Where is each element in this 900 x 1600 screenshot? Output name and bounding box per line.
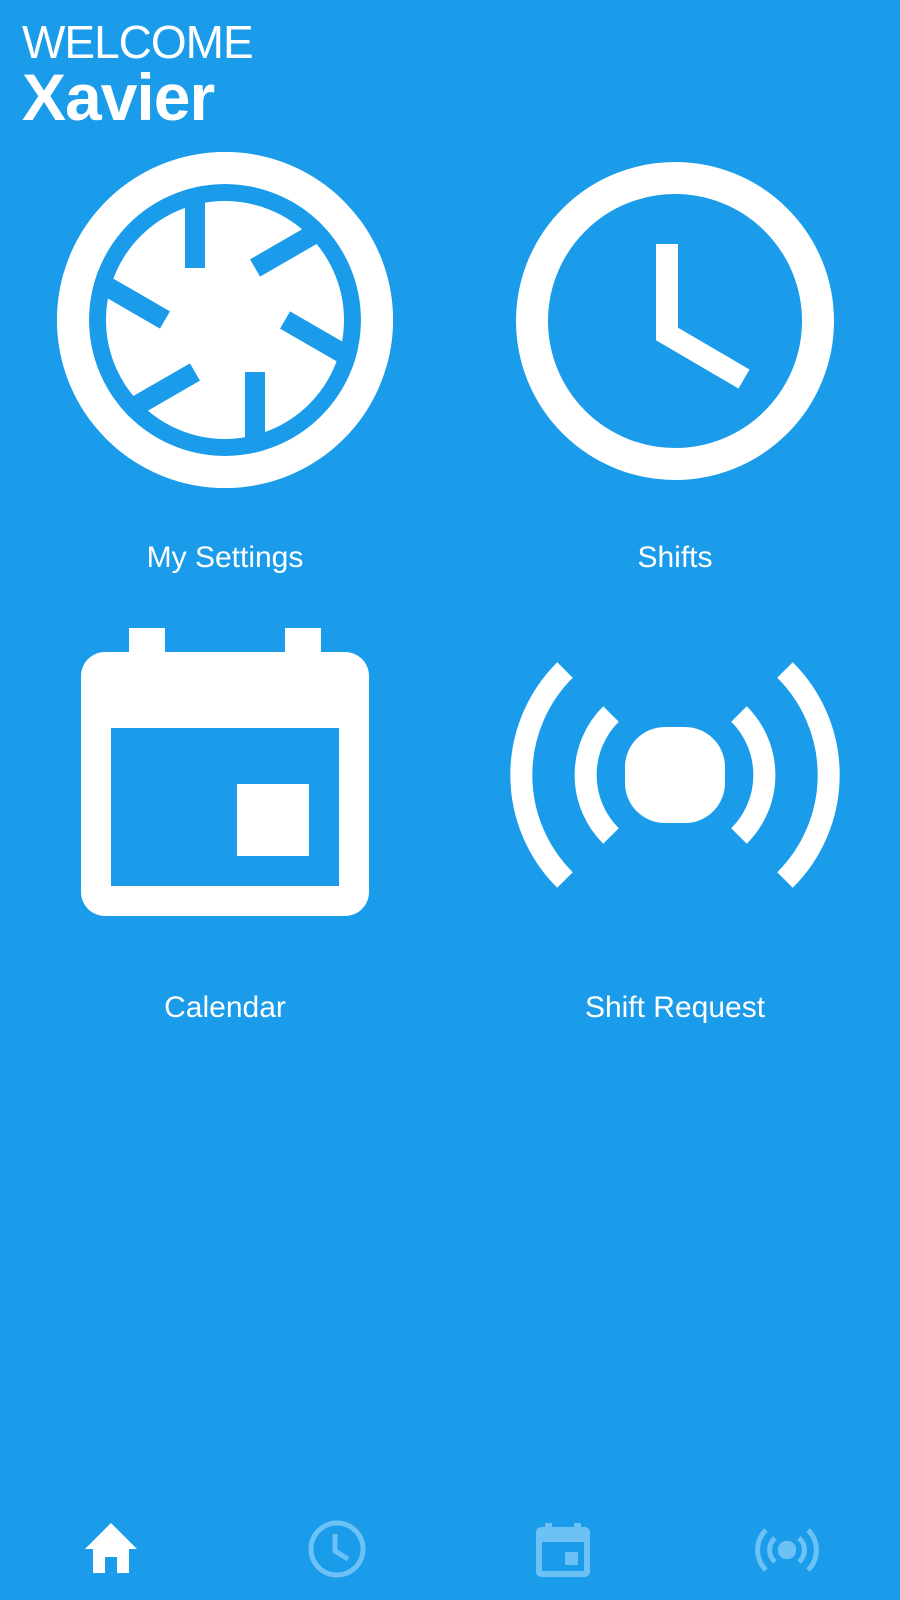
broadcast-icon	[510, 662, 840, 888]
calendar-label: Calendar	[164, 991, 286, 1024]
my-settings-tile[interactable]: My Settings	[0, 150, 450, 600]
tab-calendar[interactable]	[450, 1500, 675, 1600]
broadcast-icon	[755, 1528, 819, 1572]
shifts-tile[interactable]: Shifts	[450, 150, 900, 600]
bottom-tab-bar	[0, 1500, 900, 1600]
shifts-label: Shifts	[637, 541, 713, 574]
calendar-tile[interactable]: Calendar	[0, 600, 450, 1050]
user-name: Xavier	[22, 60, 215, 134]
calendar-icon	[81, 628, 369, 916]
welcome-label: WELCOME	[22, 16, 254, 68]
aperture-icon	[57, 152, 393, 488]
welcome-header: WELCOME Xavier	[22, 16, 254, 134]
home-icon	[85, 1523, 137, 1573]
tab-shift-request[interactable]	[675, 1500, 900, 1600]
clock-icon	[308, 1520, 366, 1578]
clock-icon	[516, 162, 834, 480]
shift-request-tile[interactable]: Shift Request	[450, 600, 900, 1050]
my-settings-label: My Settings	[146, 541, 304, 574]
calendar-icon	[536, 1523, 590, 1577]
tab-shifts[interactable]	[225, 1500, 450, 1600]
tab-home[interactable]	[0, 1500, 225, 1600]
shift-request-label: Shift Request	[584, 991, 766, 1024]
